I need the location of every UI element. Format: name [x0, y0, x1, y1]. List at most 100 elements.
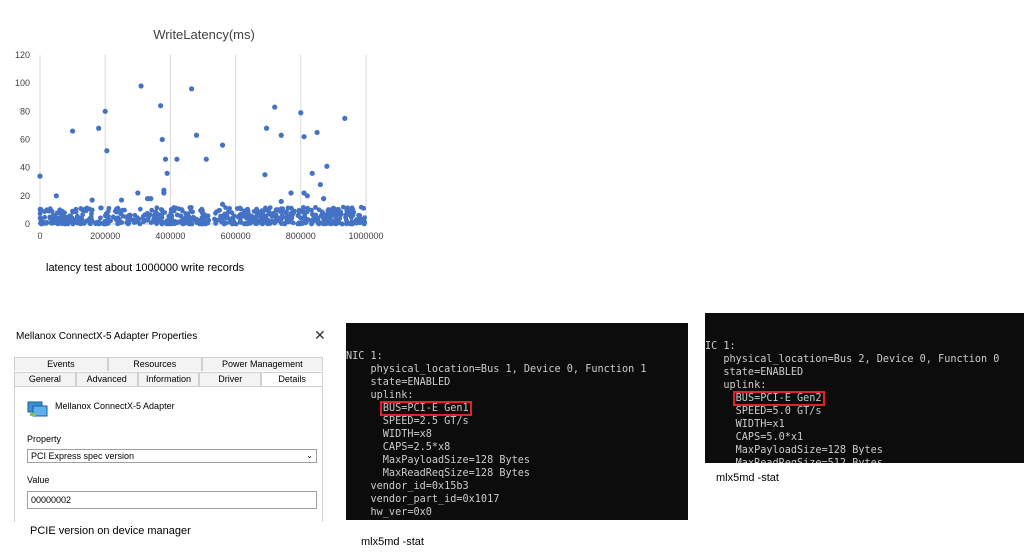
baseline-point [189, 216, 195, 222]
y-tick-label: 60 [20, 135, 30, 145]
baseline-point [212, 216, 217, 222]
baseline-point [245, 208, 251, 214]
baseline-point [302, 220, 308, 226]
terminal-line: CAPS=5.0*x1 [705, 432, 804, 443]
baseline-point [249, 213, 255, 219]
data-point [203, 156, 209, 162]
x-tick-label: 200000 [90, 231, 120, 241]
property-label: Property [27, 434, 62, 444]
baseline-point [354, 217, 359, 222]
baseline-point [125, 221, 131, 227]
baseline-point [41, 220, 46, 226]
data-point [162, 156, 169, 162]
data-point [262, 172, 268, 178]
data-point [301, 134, 307, 140]
baseline-point [132, 212, 138, 218]
baseline-point [357, 220, 363, 226]
baseline-point [296, 220, 302, 226]
baseline-point [263, 206, 269, 212]
baseline-point [297, 215, 303, 221]
data-point [37, 173, 43, 179]
tab-row-bottom: General Advanced Information Driver Deta… [14, 372, 323, 386]
data-point [158, 103, 164, 109]
baseline-point [187, 205, 193, 210]
baseline-point [55, 217, 61, 223]
data-point [96, 125, 102, 131]
baseline-point [339, 221, 345, 227]
baseline-point [42, 214, 48, 220]
highlighted-bus-value: BUS=PCI-E Gen1 [379, 401, 472, 416]
baseline-point [244, 221, 250, 227]
value-field[interactable]: 00000002 [27, 491, 317, 509]
y-tick-label: 80 [20, 106, 30, 116]
baseline-point [332, 212, 338, 218]
data-point [159, 136, 165, 143]
data-point [70, 128, 76, 134]
baseline-point [131, 217, 137, 223]
terminal-line: hw_ver=0x0 [346, 507, 432, 518]
baseline-point [348, 208, 354, 214]
tab-events[interactable]: Events [14, 357, 108, 371]
close-icon[interactable]: ✕ [314, 327, 326, 344]
network-adapter-icon [27, 399, 49, 424]
baseline-point [256, 209, 262, 215]
data-point [138, 83, 144, 89]
data-point [174, 156, 180, 162]
tab-resources[interactable]: Resources [107, 357, 202, 371]
baseline-point [328, 217, 334, 223]
baseline-point [350, 212, 356, 218]
chart-grid [39, 55, 367, 225]
x-tick-label: 800000 [286, 231, 316, 241]
tab-information[interactable]: Information [137, 372, 200, 386]
y-tick-label: 40 [20, 163, 30, 173]
terminal-line: MaxReadReqSize=512 Bytes [705, 457, 1024, 463]
baseline-point [113, 215, 118, 221]
x-tick-label: 600000 [221, 231, 251, 241]
tab-details[interactable]: Details [261, 372, 323, 386]
baseline-point [122, 207, 127, 213]
baseline-point [279, 213, 285, 219]
terminal-line: IC 1: [705, 341, 736, 352]
data-point [321, 196, 327, 202]
data-point [342, 115, 348, 121]
baseline-point [159, 215, 165, 220]
baseline-point [142, 218, 148, 223]
data-point [188, 86, 195, 92]
terminal-line: vendor_id=0x15b3 [346, 481, 469, 492]
baseline-point [254, 221, 260, 227]
data-point [118, 197, 125, 203]
baseline-point [71, 217, 76, 222]
tab-driver[interactable]: Driver [199, 372, 262, 386]
data-point [104, 148, 110, 154]
chart-caption: latency test about 1000000 write records [46, 262, 245, 274]
write-latency-chart: WriteLatency(ms) 0 20 40 60 80 100 120 0 200000… [15, 27, 384, 241]
baseline-point [324, 220, 329, 226]
data-point [219, 201, 226, 207]
terminal-line: physical_location=Bus 2, Device 0, Funct… [705, 354, 1000, 365]
baseline-point [301, 205, 306, 210]
tab-general[interactable]: General [14, 372, 76, 386]
highlighted-bus-value: BUS=PCI-E Gen2 [732, 391, 825, 406]
baseline-point [219, 219, 225, 225]
data-point [301, 190, 307, 196]
baseline-point [358, 204, 364, 210]
terminal-line: state=ENABLED [346, 377, 451, 388]
baseline-point [229, 221, 235, 227]
terminal-line: fw_ver=16.35.2000 [346, 519, 688, 520]
tab-advanced[interactable]: Advanced [75, 372, 138, 386]
data-point [288, 190, 294, 196]
x-axis-ticks: 0 200000 400000 600000 800000 1000000 [37, 231, 383, 241]
tab-power-management[interactable]: Power Management [201, 357, 323, 371]
data-point [148, 196, 154, 202]
baseline-point [205, 219, 211, 225]
baseline-point [199, 221, 204, 227]
terminal-line: WIDTH=x8 [346, 429, 432, 440]
baseline-point [331, 205, 337, 211]
y-tick-label: 120 [15, 50, 30, 60]
property-select[interactable]: PCI Express spec version ⌄ [27, 449, 317, 463]
terminal1-caption: mlx5md -stat [361, 536, 424, 548]
terminal-line: CAPS=2.5*x8 [346, 442, 451, 453]
data-point [161, 187, 167, 193]
baseline-point [162, 210, 168, 215]
baseline-point [356, 212, 361, 218]
